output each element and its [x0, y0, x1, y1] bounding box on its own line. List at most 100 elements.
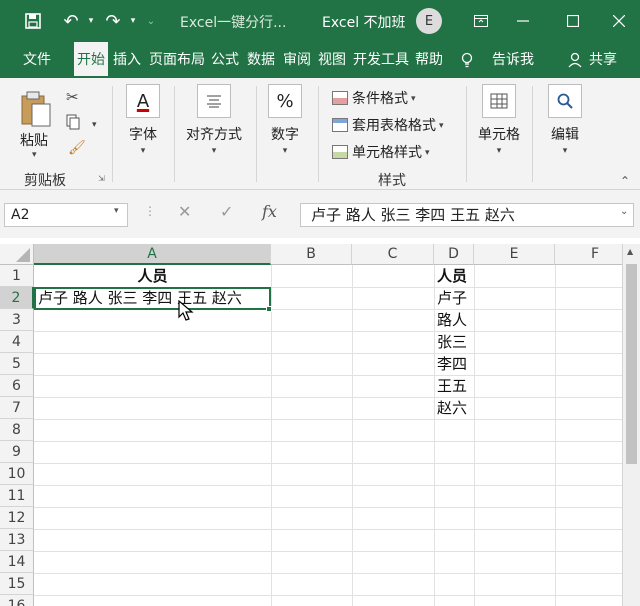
- undo-dropdown-icon[interactable]: ▾: [84, 0, 98, 42]
- tab-page-layout[interactable]: 页面布局: [146, 42, 208, 78]
- cell-d2[interactable]: 卢子: [437, 287, 467, 309]
- row-header[interactable]: 3: [0, 309, 34, 331]
- editing-button[interactable]: 编辑 ▾: [548, 84, 582, 156]
- minimize-icon[interactable]: [512, 0, 534, 42]
- close-icon[interactable]: [608, 0, 630, 42]
- redo-icon[interactable]: ↷: [98, 0, 128, 42]
- cell-styles-button[interactable]: 单元格样式 ▾: [332, 142, 430, 162]
- row-header[interactable]: 16: [0, 595, 34, 606]
- collapse-ribbon-icon[interactable]: ⌃: [620, 174, 630, 188]
- column-header-b[interactable]: B: [271, 244, 352, 265]
- row-header[interactable]: 13: [0, 529, 34, 551]
- row-header[interactable]: 14: [0, 551, 34, 573]
- column-header-a[interactable]: A: [34, 244, 271, 265]
- row-header[interactable]: 9: [0, 441, 34, 463]
- mouse-cursor-icon: [178, 299, 194, 326]
- tell-me-search[interactable]: 告诉我: [488, 42, 538, 78]
- expand-formula-bar-icon[interactable]: ⌄: [620, 206, 628, 217]
- cell-d3[interactable]: 路人: [437, 309, 467, 331]
- paste-dropdown-icon[interactable]: ▾: [32, 150, 37, 160]
- name-box[interactable]: A2: [4, 203, 128, 227]
- font-button[interactable]: A 字体 ▾: [126, 84, 160, 156]
- row-header[interactable]: 11: [0, 485, 34, 507]
- app-status: Excel 不加班: [322, 15, 406, 31]
- cell-d5[interactable]: 李四: [437, 353, 467, 375]
- lightbulb-icon[interactable]: [458, 42, 476, 78]
- number-button[interactable]: % 数字 ▾: [268, 84, 302, 156]
- row-header[interactable]: 12: [0, 507, 34, 529]
- search-icon: [548, 84, 582, 118]
- more-icon: ⋮: [144, 204, 156, 218]
- scroll-up-icon[interactable]: ▲: [627, 247, 633, 256]
- row-header[interactable]: 4: [0, 331, 34, 353]
- paste-icon[interactable]: [20, 90, 52, 132]
- gridline: [34, 573, 622, 574]
- row-header[interactable]: 7: [0, 397, 34, 419]
- enter-icon[interactable]: ✓: [220, 202, 233, 221]
- tab-view[interactable]: 视图: [315, 42, 349, 78]
- cut-icon[interactable]: ✂: [66, 88, 79, 106]
- row-header[interactable]: 6: [0, 375, 34, 397]
- cell-d7[interactable]: 赵六: [437, 397, 467, 419]
- tab-file[interactable]: 文件: [16, 42, 58, 78]
- copy-dropdown-icon[interactable]: ▾: [92, 120, 97, 130]
- redo-dropdown-icon[interactable]: ▾: [126, 0, 140, 42]
- cancel-icon[interactable]: ✕: [178, 202, 191, 221]
- worksheet-grid[interactable]: A B C D E F 1 2 3 4 5 6 7 8 9 10 11 12 1…: [0, 244, 622, 606]
- share-button[interactable]: 共享: [586, 42, 620, 78]
- share-icon[interactable]: [566, 42, 584, 78]
- row-header[interactable]: 8: [0, 419, 34, 441]
- save-icon[interactable]: [18, 0, 48, 42]
- paste-button[interactable]: 粘贴: [20, 130, 48, 150]
- gridline: [34, 375, 622, 376]
- avatar[interactable]: E: [416, 8, 442, 34]
- row-header[interactable]: 15: [0, 573, 34, 595]
- name-box-dropdown-icon[interactable]: ▾: [114, 206, 119, 216]
- gridline: [34, 551, 622, 552]
- row-header[interactable]: 2: [0, 287, 34, 309]
- customize-qat-icon[interactable]: ⌄: [144, 0, 158, 42]
- copy-icon[interactable]: [66, 114, 80, 134]
- column-header-f[interactable]: F: [555, 244, 622, 265]
- ribbon: 粘贴 ▾ ✂ ▾ 🖌 剪贴板 ⇲ A 字体 ▾ 对齐方式 ▾ % 数字 ▾ 条件…: [0, 78, 640, 190]
- cell-d4[interactable]: 张三: [437, 331, 467, 353]
- tab-developer[interactable]: 开发工具: [350, 42, 412, 78]
- cell-a1[interactable]: 人员: [34, 265, 271, 287]
- gridline: [34, 507, 622, 508]
- format-as-table-button[interactable]: 套用表格格式 ▾: [332, 115, 444, 135]
- column-header-c[interactable]: C: [352, 244, 434, 265]
- ribbon-display-options-icon[interactable]: [470, 0, 492, 42]
- clipboard-launcher-icon[interactable]: ⇲: [98, 174, 105, 183]
- select-all-corner[interactable]: [0, 244, 34, 265]
- column-header-e[interactable]: E: [474, 244, 555, 265]
- gridline: [474, 265, 475, 606]
- cells-button[interactable]: 单元格 ▾: [478, 84, 520, 156]
- tab-data[interactable]: 数据: [244, 42, 278, 78]
- row-header[interactable]: 5: [0, 353, 34, 375]
- cell-d1[interactable]: 人员: [437, 265, 467, 287]
- tab-formulas[interactable]: 公式: [208, 42, 242, 78]
- tab-home[interactable]: 开始: [74, 42, 108, 78]
- tab-review[interactable]: 审阅: [280, 42, 314, 78]
- insert-function-icon[interactable]: fx: [262, 202, 277, 221]
- format-painter-icon[interactable]: 🖌: [68, 140, 86, 156]
- row-header[interactable]: 10: [0, 463, 34, 485]
- chevron-down-icon: ▾: [425, 148, 430, 158]
- maximize-icon[interactable]: [562, 0, 584, 42]
- alignment-button[interactable]: 对齐方式 ▾: [186, 84, 242, 156]
- undo-icon[interactable]: ↶: [56, 0, 86, 42]
- vertical-scrollbar[interactable]: ▲: [622, 244, 640, 606]
- conditional-format-button[interactable]: 条件格式 ▾: [332, 88, 416, 108]
- tab-insert[interactable]: 插入: [110, 42, 144, 78]
- cell-d6[interactable]: 王五: [437, 375, 467, 397]
- gridline: [34, 485, 622, 486]
- tab-help[interactable]: 帮助: [412, 42, 446, 78]
- row-header[interactable]: 1: [0, 265, 34, 287]
- document-title: Excel一键分行...: [180, 15, 287, 31]
- chevron-down-icon: ▾: [411, 94, 416, 104]
- fill-handle[interactable]: [266, 306, 272, 312]
- scrollbar-thumb[interactable]: [626, 264, 637, 464]
- column-header-d[interactable]: D: [434, 244, 474, 265]
- chevron-down-icon: ▾: [211, 146, 217, 156]
- formula-input[interactable]: 卢子 路人 张三 李四 王五 赵六: [300, 203, 634, 227]
